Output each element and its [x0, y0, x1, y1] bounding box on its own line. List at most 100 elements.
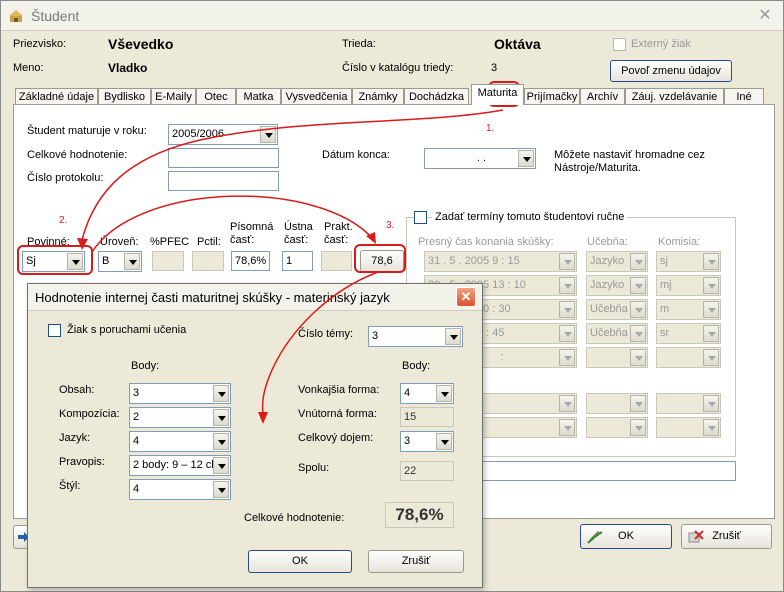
class-value: Oktáva — [494, 36, 541, 52]
tab-prijimacky[interactable]: Prijímačky — [524, 88, 580, 105]
obsah-label: Obsah: — [59, 384, 95, 396]
chevron-down-icon — [703, 301, 719, 318]
tab-zakladne-udaje[interactable]: Základné údaje — [15, 88, 98, 105]
vonkajsia-select[interactable]: 4 — [400, 383, 454, 404]
spolu-value: 22 — [400, 461, 454, 481]
dialog-cancel-button[interactable]: Zrušiť — [368, 550, 464, 573]
chevron-down-icon — [630, 395, 646, 412]
window-title: Študent — [31, 8, 80, 24]
vnutorna-label: Vnútorná forma: — [298, 408, 377, 420]
cancel-button-label: Zrušiť — [712, 530, 741, 542]
tab-matka[interactable]: Matka — [236, 88, 281, 105]
pravopis-select[interactable]: 2 body: 9 – 12 chýb — [129, 455, 231, 476]
term-room-6[interactable] — [586, 393, 648, 414]
tab-maturita[interactable]: Maturita — [471, 84, 524, 105]
oral-part-input[interactable]: 1 — [282, 251, 313, 271]
chevron-down-icon — [559, 301, 575, 318]
term-room-5[interactable] — [586, 347, 648, 368]
dialog-ok-button[interactable]: OK — [248, 550, 352, 573]
dialog-overall-value: 78,6% — [385, 502, 454, 528]
tab-ine[interactable]: Iné — [724, 88, 764, 105]
term-time-1[interactable]: 31 . 5 . 2005 9 : 15 — [424, 251, 577, 272]
cancel-icon — [688, 530, 704, 543]
ok-button[interactable]: OK — [580, 524, 672, 549]
surname-label: Priezvisko: — [13, 38, 67, 50]
obsah-select[interactable]: 3 — [129, 383, 231, 404]
term-commission-7[interactable] — [656, 417, 721, 438]
chevron-down-icon — [630, 349, 646, 366]
manual-terms-label: Zadať termíny tomuto študentovi ručne — [432, 211, 628, 223]
protocol-input[interactable] — [168, 171, 279, 191]
dojem-select[interactable]: 3 — [400, 431, 454, 452]
pctil-input[interactable] — [192, 251, 224, 271]
chevron-down-icon — [213, 385, 229, 402]
annotation-1: 1. — [486, 123, 495, 134]
internal-evaluation-dialog: Hodnotenie internej časti maturitnej skú… — [27, 283, 483, 588]
pfec-input[interactable] — [152, 251, 184, 271]
jazyk-select[interactable]: 4 — [129, 431, 231, 452]
kompozicia-select[interactable]: 2 — [129, 407, 231, 428]
term-commission-5[interactable] — [656, 347, 721, 368]
overall-input[interactable] — [168, 148, 279, 168]
chevron-down-icon — [260, 126, 276, 143]
vonkajsia-label: Vonkajšia forma: — [298, 384, 380, 396]
tab-otec[interactable]: Otec — [196, 88, 236, 105]
term-commission-2[interactable]: mj — [656, 275, 721, 296]
tab-vysvedcenia[interactable]: Vysvedčenia — [281, 88, 352, 105]
body-header-left: Body: — [131, 360, 160, 372]
term-room-1[interactable]: Jazyko — [586, 251, 648, 272]
term-room-4[interactable]: Učebňa — [586, 323, 648, 344]
year-select[interactable]: 2005/2006 — [168, 124, 278, 145]
term-commission-1[interactable]: sj — [656, 251, 721, 272]
dialog-title-bar: Hodnotenie internej časti maturitnej skú… — [28, 284, 482, 311]
tab-znamky[interactable]: Známky — [352, 88, 404, 105]
chevron-down-icon — [436, 433, 452, 450]
catalog-label: Číslo v katalógu triedy: — [342, 62, 454, 74]
col-prakt: Prakt. časť: — [324, 221, 353, 246]
class-label: Trieda: — [342, 38, 376, 50]
chevron-down-icon — [630, 325, 646, 342]
chevron-down-icon — [124, 253, 140, 270]
end-date-picker[interactable]: . . — [424, 148, 536, 169]
tab-bydlisko[interactable]: Bydlisko — [98, 88, 151, 105]
name-value: Vladko — [108, 61, 148, 75]
chevron-down-icon — [559, 253, 575, 270]
manual-terms-checkbox[interactable] — [414, 211, 427, 224]
term-commission-6[interactable] — [656, 393, 721, 414]
col-uroven: Úroveň: — [100, 236, 139, 248]
calendar-dropdown-icon — [518, 150, 534, 167]
practical-part-input[interactable] — [321, 251, 352, 271]
student-app-icon — [9, 10, 23, 22]
chevron-down-icon — [630, 253, 646, 270]
col-pisomna: Písomná časť: — [230, 221, 274, 246]
learning-disorder-checkbox[interactable] — [48, 324, 61, 337]
term-room-7[interactable] — [586, 417, 648, 438]
term-commission-4[interactable]: sr — [656, 323, 721, 344]
term-room-3[interactable]: Učebňa — [586, 299, 648, 320]
note-input[interactable] — [474, 461, 736, 481]
protocol-label: Číslo protokolu: — [27, 172, 104, 184]
external-student-checkbox[interactable] — [613, 38, 626, 51]
written-part-input[interactable]: 78,6% — [231, 251, 270, 271]
styl-label: Štýl: — [59, 480, 81, 492]
window-close-button[interactable]: ✕ — [755, 6, 775, 26]
chevron-down-icon — [703, 395, 719, 412]
term-room-2[interactable]: Jazyko — [586, 275, 648, 296]
dialog-close-button[interactable]: ✕ — [456, 287, 476, 307]
year-label: Študent maturuje v roku: — [27, 125, 147, 137]
level-select[interactable]: B — [98, 251, 142, 272]
tab-emaily[interactable]: E-Maily — [151, 88, 196, 105]
tab-archiv[interactable]: Archív — [580, 88, 625, 105]
topic-select[interactable]: 3 — [368, 326, 463, 347]
allow-change-button[interactable]: Povoľ zmenu údajov — [610, 60, 732, 82]
styl-select[interactable]: 4 — [129, 479, 231, 500]
tab-dochadzka[interactable]: Dochádzka — [404, 88, 469, 105]
cancel-button[interactable]: Zrušiť — [681, 524, 772, 549]
term-commission-3[interactable]: m — [656, 299, 721, 320]
dialog-title: Hodnotenie internej časti maturitnej skú… — [35, 290, 390, 305]
bulk-note: Môžete nastaviť hromadne cez Nástroje/Ma… — [554, 149, 705, 174]
chevron-down-icon — [436, 385, 452, 402]
chevron-down-icon — [630, 301, 646, 318]
tab-zaujmove-vzdelavanie[interactable]: Záuj. vzdelávanie — [625, 88, 724, 105]
col-pctil: Pctil: — [197, 236, 221, 248]
